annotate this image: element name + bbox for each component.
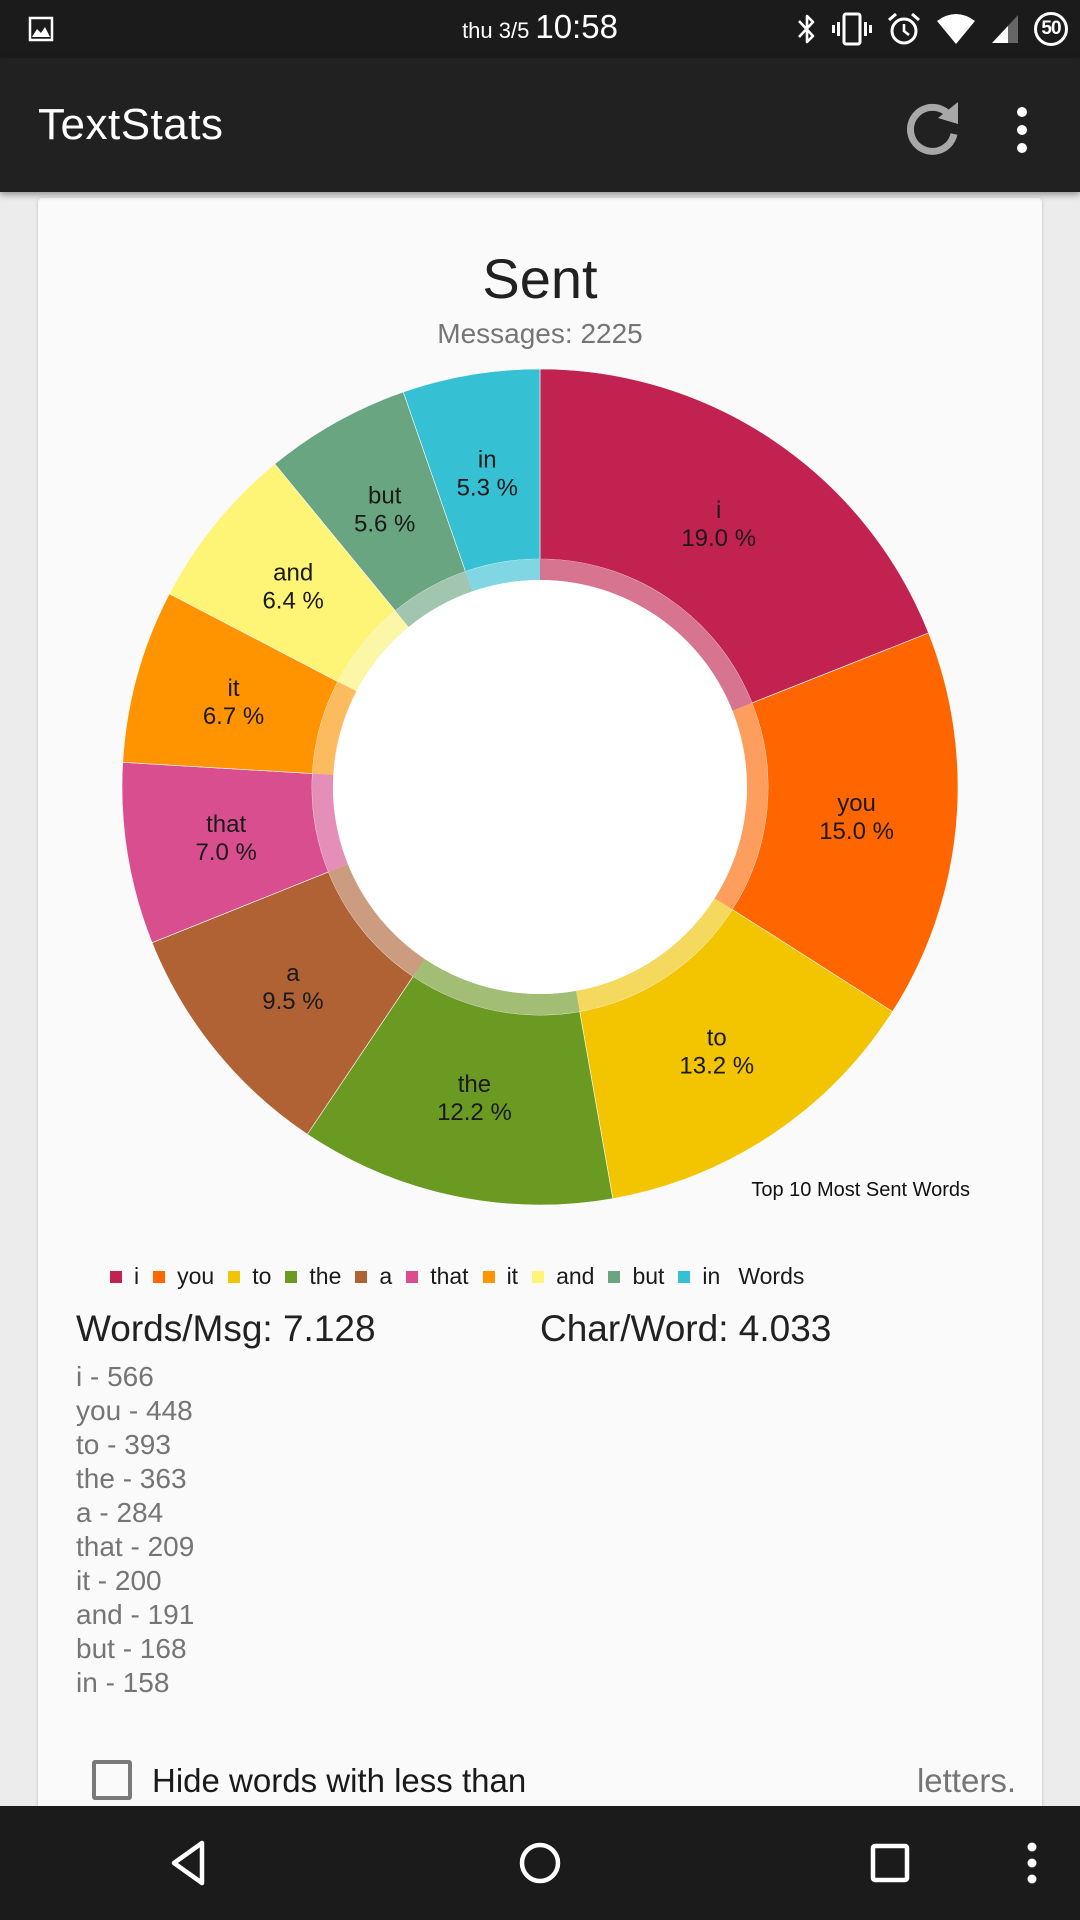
legend-item-it: it bbox=[482, 1263, 519, 1290]
legend-swatch-to bbox=[228, 1270, 241, 1283]
slice-label-it: it bbox=[228, 675, 240, 702]
refresh-icon[interactable] bbox=[900, 96, 966, 162]
legend-label-and: and bbox=[556, 1263, 595, 1289]
word-count-list: i - 566 you - 448 to - 393 the - 363 a - 284… bbox=[76, 1360, 194, 1700]
legend-label-in: in bbox=[702, 1263, 721, 1289]
recents-icon[interactable] bbox=[858, 1831, 922, 1895]
slice-percent-in: 5.3 % bbox=[457, 474, 518, 501]
legend-item-but: but bbox=[608, 1263, 664, 1290]
legend-label-to: to bbox=[252, 1263, 272, 1289]
letters-suffix-label: letters. bbox=[916, 1762, 1016, 1799]
status-icons: 50 bbox=[796, 10, 1068, 48]
status-time: 10:58 bbox=[535, 8, 618, 45]
alarm-icon bbox=[888, 12, 920, 45]
legend-label-but: but bbox=[632, 1263, 665, 1289]
chart-description: Top 10 Most Sent Words bbox=[751, 1179, 970, 1201]
legend-swatch-in bbox=[678, 1270, 691, 1283]
word-count-item: it - 200 bbox=[76, 1565, 162, 1596]
word-count-item: i - 566 bbox=[76, 1361, 154, 1392]
legend-swatch-you bbox=[153, 1270, 166, 1283]
legend-item-you: you bbox=[153, 1263, 214, 1290]
word-count-item: but - 168 bbox=[76, 1633, 187, 1664]
legend-label-that: that bbox=[430, 1263, 469, 1289]
legend-swatch-i bbox=[110, 1270, 122, 1283]
legend-label-you: you bbox=[177, 1263, 215, 1289]
battery-icon: 50 bbox=[1034, 12, 1068, 46]
home-icon[interactable] bbox=[508, 1831, 572, 1895]
legend-swatch-it bbox=[482, 1270, 495, 1283]
app-bar: TextStats bbox=[0, 58, 1080, 192]
slice-percent-to: 13.2 % bbox=[679, 1052, 754, 1079]
legend-item-in: in bbox=[678, 1263, 720, 1290]
word-count-item: a - 284 bbox=[76, 1497, 164, 1528]
legend-item-to: to bbox=[228, 1263, 271, 1290]
legend-item-the: the bbox=[285, 1263, 341, 1290]
legend-swatch-and bbox=[532, 1270, 545, 1283]
legend-label-i: i bbox=[134, 1263, 140, 1289]
bluetooth-icon bbox=[798, 14, 815, 44]
cell-signal-icon bbox=[992, 15, 1018, 43]
slice-percent-the: 12.2 % bbox=[437, 1099, 512, 1126]
hide-short-words-label: Hide words with less than bbox=[152, 1762, 527, 1799]
word-count-item: to - 393 bbox=[76, 1429, 171, 1460]
slice-label-the: the bbox=[458, 1071, 491, 1098]
slice-percent-you: 15.0 % bbox=[819, 818, 894, 845]
word-count-item: the - 363 bbox=[76, 1463, 187, 1494]
slice-label-and: and bbox=[273, 560, 313, 587]
legend-item-a: a bbox=[355, 1263, 392, 1290]
legend-swatch-that bbox=[406, 1270, 419, 1283]
slice-label-i: i bbox=[716, 497, 721, 524]
word-count-item: and - 191 bbox=[76, 1599, 195, 1630]
slice-label-to: to bbox=[707, 1024, 727, 1051]
legend-label-a: a bbox=[379, 1263, 393, 1289]
hide-short-words-row[interactable]: Hide words with less than letters. bbox=[92, 1758, 1042, 1808]
words-per-message: Words/Msg: 7.128 bbox=[76, 1308, 376, 1349]
menu-icon[interactable] bbox=[1016, 1831, 1048, 1895]
back-icon[interactable] bbox=[158, 1831, 222, 1895]
navigation-bar bbox=[0, 1806, 1080, 1920]
legend-item-that: that bbox=[406, 1263, 469, 1290]
slice-percent-i: 19.0 % bbox=[681, 525, 756, 552]
slice-label-that: that bbox=[206, 811, 246, 838]
chars-per-word: Char/Word: 4.033 bbox=[540, 1308, 832, 1349]
slice-percent-a: 9.5 % bbox=[262, 988, 323, 1015]
word-count-item: you - 448 bbox=[76, 1395, 193, 1426]
slice-percent-but: 5.6 % bbox=[354, 511, 415, 538]
slice-percent-and: 6.4 % bbox=[262, 588, 323, 615]
slice-label-in: in bbox=[478, 446, 497, 473]
slice-percent-it: 6.7 % bbox=[203, 703, 264, 730]
legend-swatch-a bbox=[355, 1270, 368, 1283]
donut-chart[interactable]: i19.0 % you15.0 % to13.2 % the12.2 % a9.5 % t… bbox=[38, 198, 1042, 1248]
wifi-icon bbox=[937, 14, 975, 44]
slice-percent-that: 7.0 % bbox=[195, 839, 256, 866]
status-date: thu 3/5 bbox=[462, 18, 530, 43]
vibrate-icon bbox=[832, 12, 872, 46]
hide-short-words-checkbox[interactable] bbox=[92, 1760, 132, 1800]
legend-label-the: the bbox=[309, 1263, 342, 1289]
slice-label-a: a bbox=[286, 960, 300, 987]
donut-hole bbox=[333, 580, 747, 994]
legend-item-i: i bbox=[110, 1263, 139, 1290]
slice-label-but: but bbox=[368, 483, 402, 510]
legend-swatch-but bbox=[608, 1270, 621, 1283]
chart-legend: i you to the a that it and but in Words bbox=[110, 1263, 804, 1290]
legend-title: Words bbox=[738, 1263, 805, 1289]
legend-item-and: and bbox=[532, 1263, 594, 1290]
legend-swatch-the bbox=[285, 1270, 298, 1283]
word-count-item: that - 209 bbox=[76, 1531, 195, 1562]
stats-card: Sent Messages: 2225 i 19.0 % you 15.0 % to 13… bbox=[38, 198, 1042, 1838]
word-count-item: in - 158 bbox=[76, 1667, 170, 1698]
legend-label-it: it bbox=[506, 1263, 519, 1289]
status-bar: thu 3/5 10:58 50 bbox=[0, 0, 1080, 58]
overflow-menu-icon[interactable] bbox=[1002, 98, 1042, 162]
app-title: TextStats bbox=[38, 100, 224, 149]
slice-label-you: you bbox=[837, 790, 876, 817]
